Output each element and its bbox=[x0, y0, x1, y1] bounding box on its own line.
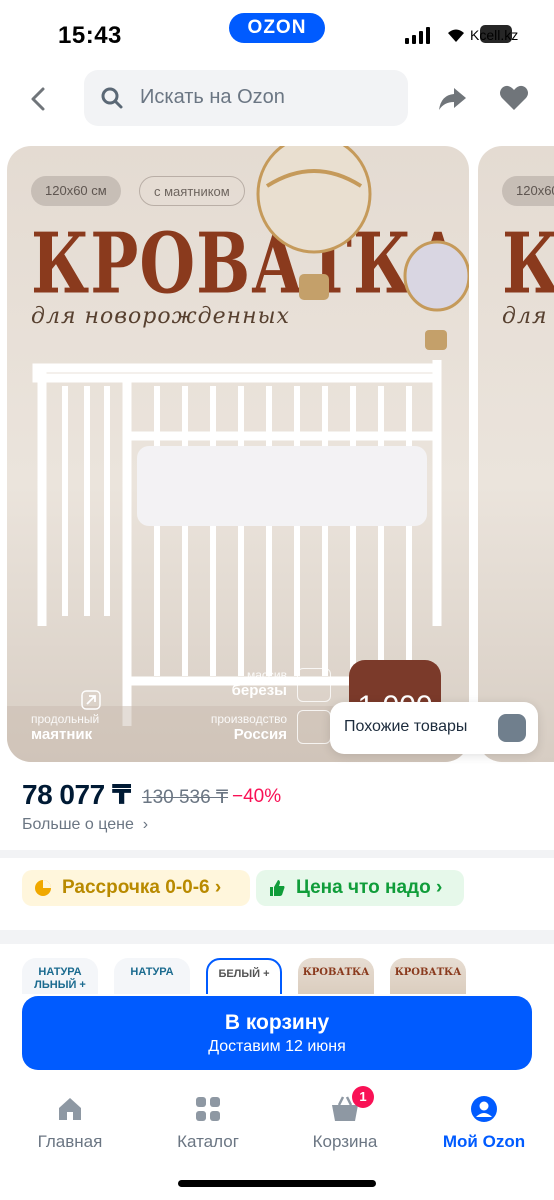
back-arrow-icon[interactable] bbox=[24, 84, 54, 114]
search-icon bbox=[101, 87, 123, 109]
section-divider bbox=[0, 850, 554, 858]
nav-item-catalog[interactable]: Каталог bbox=[148, 1092, 268, 1152]
search-placeholder: Искать на Ozon bbox=[140, 86, 285, 108]
birch-icon bbox=[297, 668, 331, 702]
more-about-price-label: Больше о цене bbox=[22, 816, 134, 833]
nav-label: Главная bbox=[37, 1132, 103, 1151]
more-about-price-link[interactable]: Больше о цене › bbox=[22, 816, 148, 834]
feature-small-text: производство bbox=[210, 712, 287, 726]
nav-label: Корзина bbox=[312, 1132, 378, 1151]
feature-bold-text: березы bbox=[231, 682, 287, 699]
nav-item-home[interactable]: Главная bbox=[10, 1092, 130, 1152]
ozon-logo: OZON bbox=[229, 13, 325, 43]
gallery-slide[interactable]: 120x60 см с маятником КРОВАТКА для новор… bbox=[7, 146, 469, 762]
gallery-slide-next[interactable]: 120x60 КР для bbox=[478, 146, 554, 762]
add-to-cart-label: В корзину bbox=[224, 1011, 330, 1034]
discount-label: −40% bbox=[232, 786, 282, 807]
grid-icon bbox=[196, 1097, 220, 1121]
good-price-label: Цена что надо bbox=[296, 877, 431, 898]
cart-count-badge: 1 bbox=[352, 1086, 374, 1108]
feature-bold-text: Россия bbox=[233, 726, 287, 743]
share-icon[interactable] bbox=[436, 82, 468, 114]
product-image-subtitle: для bbox=[502, 304, 548, 329]
gear-icon bbox=[297, 710, 331, 744]
chevron-right-icon: › bbox=[138, 816, 149, 833]
image-search-icon bbox=[498, 714, 526, 742]
battery-icon bbox=[480, 25, 512, 43]
delivery-date: Доставим 12 июня bbox=[208, 1038, 346, 1055]
status-time: 15:43 bbox=[58, 22, 122, 49]
thumbs-up-icon bbox=[270, 880, 285, 896]
nav-item-my-ozon[interactable]: Мой Ozon bbox=[424, 1092, 544, 1152]
similar-products-button[interactable]: Похожие товары bbox=[330, 702, 538, 754]
arrow-diagonal-icon bbox=[81, 690, 101, 710]
variant-selector[interactable]: НАТУРА ЛЬНЫЙ + НАТУРА БЕЛЫЙ + КРОВАТКА К… bbox=[22, 954, 554, 994]
status-bar: 15:43 OZON Kcell.kz bbox=[0, 0, 554, 64]
feature-russia: производство Россия bbox=[187, 712, 287, 743]
chevron-right-icon: › bbox=[214, 877, 222, 898]
nav-item-cart[interactable]: 1 Корзина bbox=[285, 1086, 405, 1152]
search-input[interactable]: Искать на Ozon bbox=[84, 70, 408, 126]
cellular-signal-icon bbox=[405, 26, 430, 44]
product-image-title: КР bbox=[502, 216, 554, 314]
wifi-icon bbox=[448, 29, 464, 42]
variant-option[interactable]: НАТУРА ЛЬНЫЙ + bbox=[22, 958, 98, 994]
feature-birch: массив березы bbox=[187, 668, 287, 699]
variant-option-selected[interactable]: БЕЛЫЙ + bbox=[206, 958, 282, 994]
size-chip: 120x60 bbox=[502, 176, 554, 206]
heart-icon[interactable] bbox=[498, 82, 530, 114]
variant-option[interactable]: КРОВАТКА bbox=[298, 958, 374, 994]
good-price-chip[interactable]: Цена что надо › bbox=[256, 870, 464, 906]
home-icon bbox=[59, 1098, 81, 1120]
nav-label: Мой Ozon bbox=[442, 1132, 526, 1151]
variant-option[interactable]: КРОВАТКА bbox=[390, 958, 466, 994]
chevron-right-icon: › bbox=[435, 877, 443, 898]
add-to-cart-button[interactable]: В корзину Доставим 12 июня bbox=[22, 996, 532, 1070]
feature-bold-text: маятник bbox=[31, 726, 93, 743]
nav-label: Каталог bbox=[177, 1132, 239, 1151]
pie-clock-icon bbox=[35, 880, 51, 896]
old-price: 130 536 ₸ bbox=[142, 787, 229, 808]
installment-label: Рассрочка 0-0-6 bbox=[62, 877, 210, 898]
feature-small-text: массив bbox=[246, 668, 287, 682]
product-gallery[interactable]: 120x60 см с маятником КРОВАТКА для новор… bbox=[0, 146, 554, 764]
home-indicator bbox=[178, 1180, 376, 1187]
similar-products-label: Похожие товары bbox=[344, 718, 468, 735]
installment-chip[interactable]: Рассрочка 0-0-6 › bbox=[22, 870, 250, 906]
profile-icon bbox=[471, 1096, 497, 1122]
section-divider bbox=[0, 930, 554, 944]
variant-option[interactable]: НАТУРА bbox=[114, 958, 190, 994]
current-price: 78 077 ₸ bbox=[22, 779, 131, 810]
feature-small-text: продольный bbox=[31, 712, 100, 726]
